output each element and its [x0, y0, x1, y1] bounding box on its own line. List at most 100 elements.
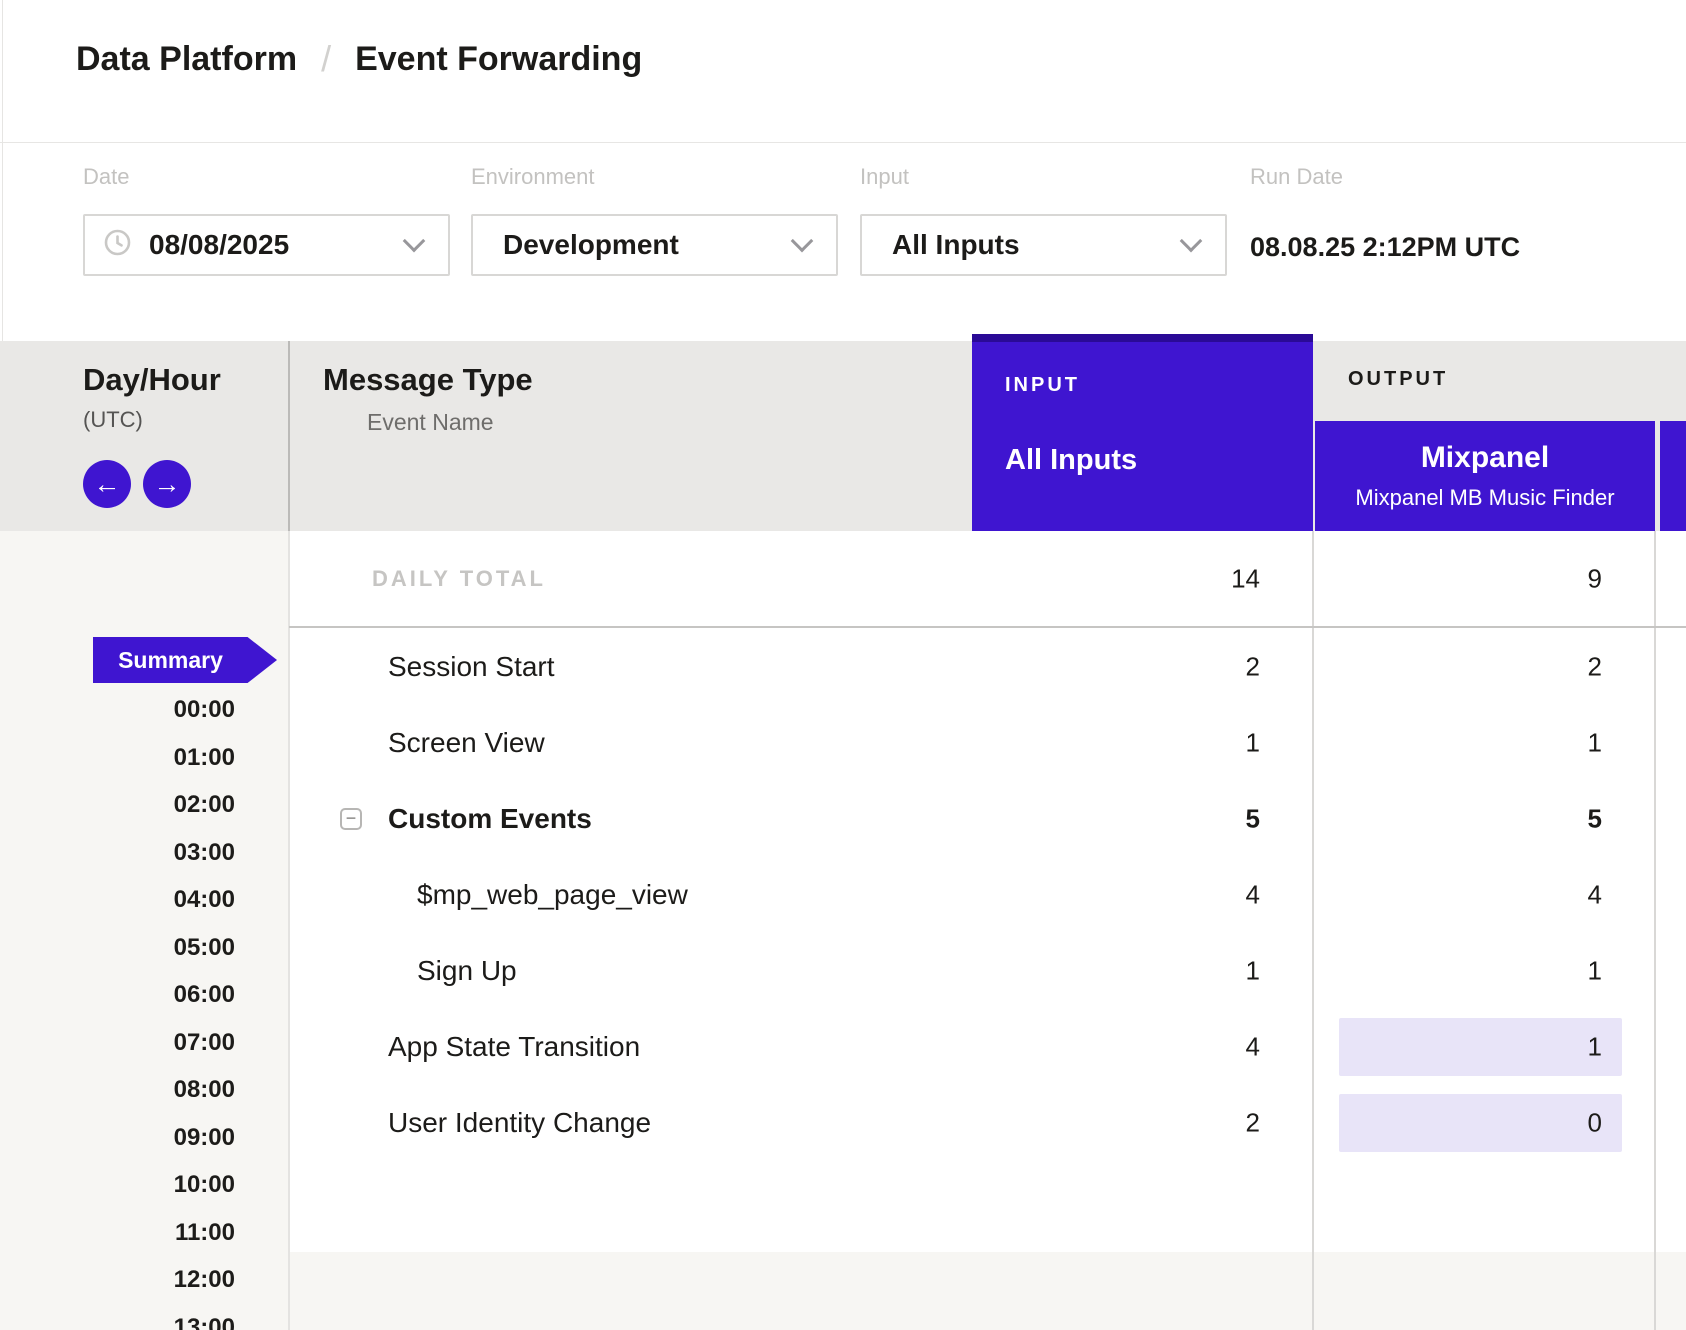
input-count-cell: 1: [972, 933, 1313, 1009]
input-count-cell: 2: [972, 1085, 1313, 1161]
output-count-cell: 5: [1315, 781, 1655, 857]
collapse-icon[interactable]: −: [340, 808, 362, 830]
run-date-value: 08.08.25 2:12PM UTC: [1250, 232, 1520, 263]
daily-total-input-value: 14: [1231, 563, 1260, 594]
day-hour-column-subtitle: (UTC): [83, 407, 143, 433]
input-filter-label: Input: [860, 164, 909, 190]
output-count-value: 1: [1588, 956, 1602, 987]
output-count-cell: 1: [1315, 933, 1655, 1009]
input-count-value: 1: [1246, 956, 1260, 987]
row-divider: [289, 626, 1686, 628]
daily-total-input-cell: 14: [972, 531, 1313, 626]
chevron-down-icon: [1180, 230, 1203, 253]
breadcrumb-separator: /: [321, 38, 331, 80]
run-date-label: Run Date: [1250, 164, 1343, 190]
input-column-title: All Inputs: [1005, 444, 1137, 477]
table-row: $mp_web_page_view 44: [0, 857, 1686, 933]
output-column-header-partial: [1660, 421, 1686, 531]
table-row: Screen View 1 1: [0, 705, 1686, 781]
daily-total-label: DAILY TOTAL: [372, 566, 546, 592]
event-name: Screen View: [388, 727, 545, 759]
sidebar-item-hour-0100[interactable]: 01:00: [0, 734, 235, 781]
sidebar-item-hour-1000[interactable]: 10:00: [0, 1161, 235, 1208]
daily-total-output-value: 9: [1588, 563, 1602, 594]
table-row: − Custom Events 5 5: [0, 781, 1686, 857]
sidebar-item-hour-0200[interactable]: 02:00: [0, 781, 235, 828]
event-name: Session Start: [388, 651, 555, 683]
sidebar-item-hour-1300[interactable]: 13:00: [0, 1304, 235, 1330]
daily-total-output-cell: 9: [1315, 531, 1655, 626]
output-count-cell[interactable]: 1: [1315, 1009, 1655, 1085]
event-rows: Session Start 2 2 Screen View 1 1 − Custom Even…: [0, 629, 1686, 1161]
day-hour-column-title: Day/Hour: [83, 362, 221, 398]
event-name: User Identity Change: [388, 1107, 651, 1139]
event-forwarding-page: Data Platform / Event Forwarding Date En…: [0, 0, 1686, 1330]
message-type-column-subtitle: Event Name: [367, 409, 494, 436]
left-arrow-icon: ←: [94, 469, 121, 500]
sidebar-item-hour-0400[interactable]: 04:00: [0, 876, 235, 923]
input-count-value: 4: [1246, 1032, 1260, 1063]
sidebar-item-hour-0500[interactable]: 05:00: [0, 924, 235, 971]
summary-flag-label: Summary: [93, 637, 248, 683]
breadcrumb: Data Platform / Event Forwarding: [76, 38, 642, 80]
input-count-cell: 5: [972, 781, 1313, 857]
sidebar-item-hour-0900[interactable]: 09:00: [0, 1114, 235, 1161]
event-name: Custom Events: [388, 803, 592, 835]
sidebar-item-summary[interactable]: Summary: [93, 637, 277, 683]
sidebar-item-hour-1100[interactable]: 11:00: [0, 1209, 235, 1256]
input-count-value: 1: [1246, 728, 1260, 759]
input-count-cell: 4: [972, 857, 1313, 933]
input-count-value: 2: [1246, 652, 1260, 683]
daily-total-row: DAILY TOTAL 14 9: [0, 531, 1686, 626]
sidebar-item-hour-0000[interactable]: 00:00: [0, 686, 235, 733]
date-select-value: 08/08/2025: [149, 229, 289, 261]
input-section-label: INPUT: [1005, 374, 1080, 397]
event-name: $mp_web_page_view: [417, 879, 688, 911]
output-count-value: 5: [1588, 804, 1602, 835]
message-type-column-title: Message Type: [323, 362, 533, 398]
table-row: App State Transition 4 1: [0, 1009, 1686, 1085]
chevron-down-icon: [791, 230, 814, 253]
sidebar-item-hour-0600[interactable]: 06:00: [0, 971, 235, 1018]
input-count-value: 2: [1246, 1108, 1260, 1139]
breadcrumb-section[interactable]: Data Platform: [76, 40, 297, 79]
sidebar-item-hour-0700[interactable]: 07:00: [0, 1019, 235, 1066]
next-day-button[interactable]: →: [143, 460, 191, 508]
input-select[interactable]: All Inputs: [860, 214, 1227, 276]
input-column-accent-strip: [972, 334, 1313, 342]
input-count-cell: 4: [972, 1009, 1313, 1085]
previous-day-button[interactable]: ←: [83, 460, 131, 508]
environment-select[interactable]: Development: [471, 214, 838, 276]
sidebar-item-hour-0800[interactable]: 08:00: [0, 1066, 235, 1113]
input-count-cell: 1: [972, 705, 1313, 781]
output-count-value: 1: [1588, 728, 1602, 759]
output-count-cell[interactable]: 0: [1315, 1085, 1655, 1161]
event-name: App State Transition: [388, 1031, 640, 1063]
output-column-subtitle: Mixpanel MB Music Finder: [1315, 485, 1655, 511]
output-column-title: Mixpanel: [1315, 441, 1655, 475]
table-row: Sign Up11: [0, 933, 1686, 1009]
clock-icon: [104, 229, 131, 261]
highlighted-cell: [1339, 1018, 1622, 1076]
output-count-cell: 2: [1315, 629, 1655, 705]
sidebar-item-hour-1200[interactable]: 12:00: [0, 1256, 235, 1303]
input-column-header[interactable]: INPUT All Inputs: [972, 334, 1313, 531]
output-count-cell: 4: [1315, 857, 1655, 933]
right-arrow-icon: →: [154, 469, 181, 500]
input-count-value: 5: [1246, 804, 1260, 835]
environment-filter-label: Environment: [471, 164, 595, 190]
date-select[interactable]: 08/08/2025: [83, 214, 450, 276]
table-footer-band: [289, 1252, 1686, 1330]
input-count-cell: 2: [972, 629, 1313, 705]
output-count-cell: 1: [1315, 705, 1655, 781]
output-column-header-mixpanel[interactable]: Mixpanel Mixpanel MB Music Finder: [1315, 421, 1655, 531]
highlighted-cell: [1339, 1094, 1622, 1152]
date-filter-label: Date: [83, 164, 129, 190]
table-row: User Identity Change 2 0: [0, 1085, 1686, 1161]
output-count-value: 2: [1588, 652, 1602, 683]
input-select-value: All Inputs: [892, 229, 1020, 261]
output-section-label: OUTPUT: [1348, 368, 1448, 391]
sidebar-item-hour-0300[interactable]: 03:00: [0, 829, 235, 876]
header-divider: [0, 142, 1686, 143]
environment-select-value: Development: [503, 229, 679, 261]
